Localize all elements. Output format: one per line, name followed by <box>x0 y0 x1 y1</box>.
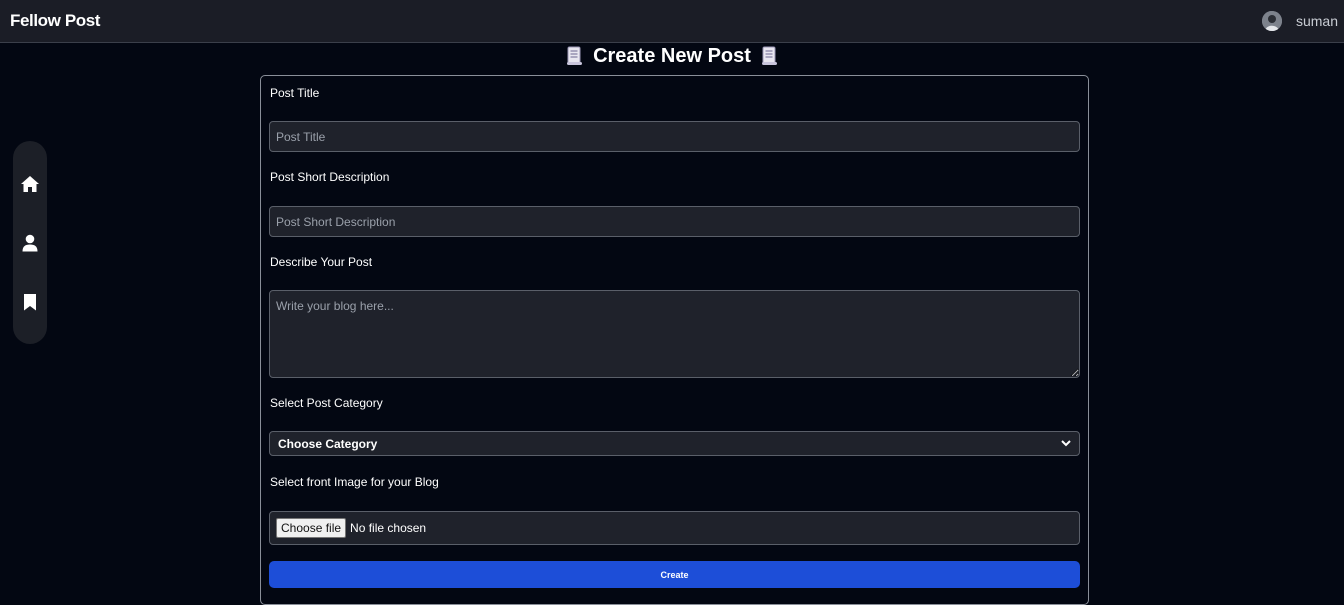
post-title-label: Post Title <box>270 86 320 100</box>
sidebar-item-bookmarks[interactable] <box>20 292 40 311</box>
avatar[interactable] <box>1261 11 1282 31</box>
chevron-down-icon <box>1061 440 1071 447</box>
category-label: Select Post Category <box>270 396 383 410</box>
navbar: Fellow Post suman <box>0 0 1344 43</box>
image-file-input[interactable]: Choose file No file chosen <box>269 511 1080 545</box>
user-icon <box>22 234 38 251</box>
bookmark-icon <box>24 293 36 310</box>
page-title: Create New Post <box>593 44 751 67</box>
page-title-row: Create New Post <box>0 43 1344 69</box>
sidebar-item-home[interactable] <box>20 174 40 193</box>
category-select[interactable]: Choose Category <box>269 431 1080 456</box>
username[interactable]: suman <box>1296 13 1338 29</box>
scroll-icon <box>761 46 778 66</box>
sidebar-item-profile[interactable] <box>20 233 40 252</box>
file-status: No file chosen <box>350 521 427 535</box>
user-avatar-icon <box>1261 11 1282 31</box>
home-icon <box>21 175 39 192</box>
user-menu[interactable]: suman <box>1261 11 1338 31</box>
brand-logo[interactable]: Fellow Post <box>10 11 100 31</box>
image-label: Select front Image for your Blog <box>270 475 439 489</box>
category-selected-value: Choose Category <box>278 436 378 451</box>
short-description-input[interactable] <box>269 206 1080 237</box>
short-description-label: Post Short Description <box>270 170 390 184</box>
post-title-input[interactable] <box>269 121 1080 152</box>
create-post-form: Post Title Post Short Description Descri… <box>260 75 1089 605</box>
choose-file-button[interactable]: Choose file <box>276 518 347 538</box>
scroll-icon <box>566 46 583 66</box>
sidebar <box>13 141 47 344</box>
post-body-textarea[interactable] <box>269 290 1080 378</box>
create-button[interactable]: Create <box>269 561 1080 588</box>
post-body-label: Describe Your Post <box>270 255 373 269</box>
